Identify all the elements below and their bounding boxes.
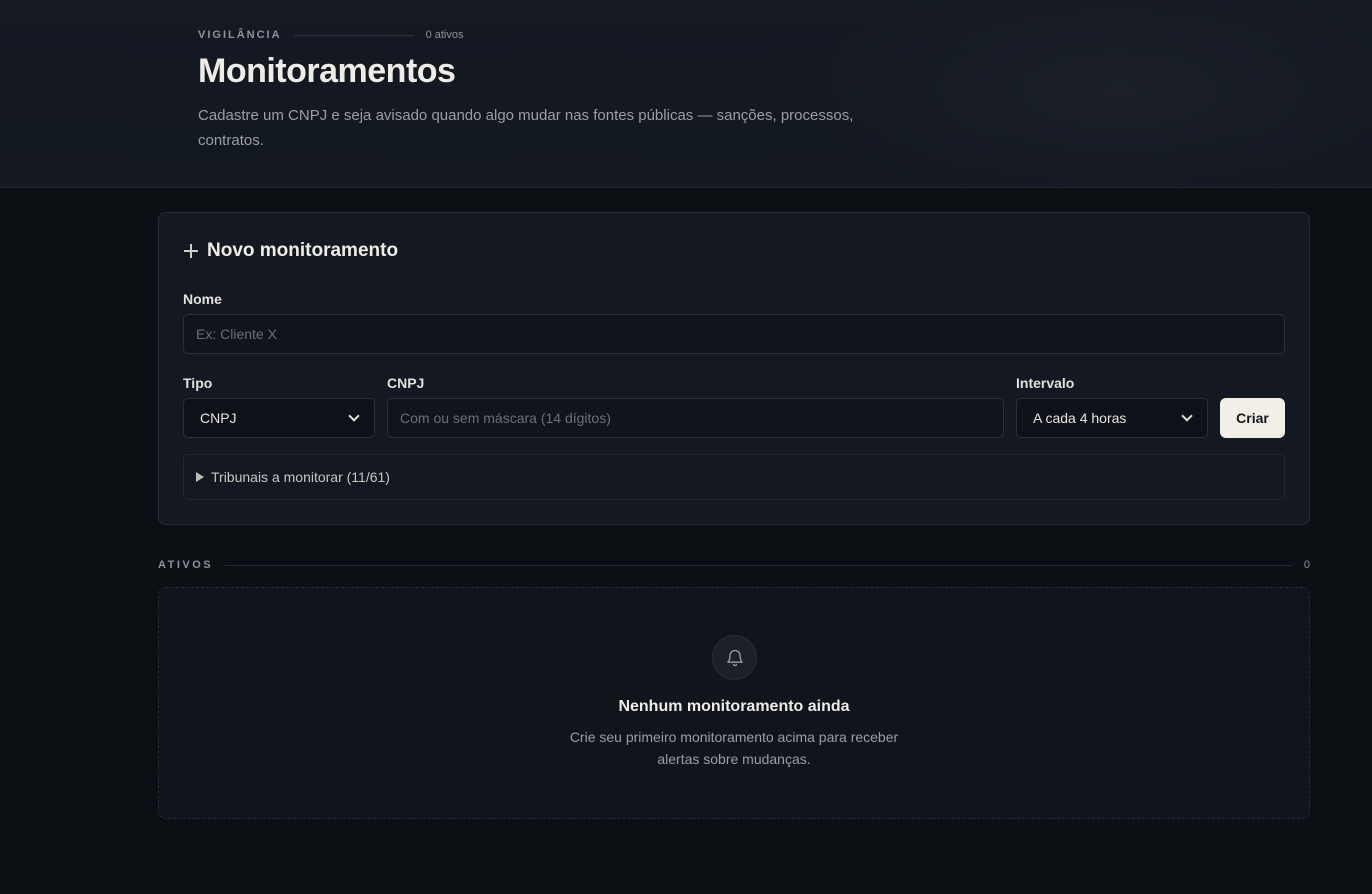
bell-icon — [726, 649, 743, 666]
type-select-value: CNPJ — [200, 410, 237, 426]
empty-state: Nenhum monitoramento ainda Crie seu prim… — [158, 587, 1310, 819]
eyebrow-label: VIGILÂNCIA — [198, 29, 282, 41]
page-header: VIGILÂNCIA 0 ativos Monitoramentos Cadas… — [0, 0, 1372, 188]
plus-icon — [183, 243, 199, 259]
new-monitor-card: Novo monitoramento Nome Tipo CNPJ CNPJ I… — [158, 212, 1310, 525]
triangle-right-icon — [196, 472, 204, 482]
cnpj-input[interactable] — [387, 398, 1004, 438]
page-subtitle: Cadastre um CNPJ e seja avisado quando a… — [198, 107, 854, 149]
active-section-label: ATIVOS — [158, 559, 214, 571]
active-count: 0 ativos — [425, 29, 464, 41]
page-title: Monitoramentos — [198, 52, 456, 90]
type-select[interactable]: CNPJ — [183, 398, 375, 438]
eyebrow-divider — [293, 34, 414, 36]
bell-badge — [712, 635, 757, 680]
active-section-header: ATIVOS 0 — [158, 558, 1310, 572]
empty-state-title: Nenhum monitoramento ainda — [618, 698, 850, 715]
new-monitor-title-text: Novo monitoramento — [207, 240, 399, 261]
eyebrow-row: VIGILÂNCIA 0 ativos — [198, 28, 463, 42]
interval-select-value: A cada 4 horas — [1033, 410, 1127, 426]
tribunais-label: Tribunais a monitorar (11/61) — [211, 469, 390, 485]
empty-state-subtitle: Crie seu primeiro monitoramento acima pa… — [569, 729, 899, 767]
type-label: Tipo — [183, 375, 213, 391]
cnpj-label: CNPJ — [387, 375, 425, 391]
chevron-down-icon — [1181, 410, 1193, 422]
section-divider — [225, 564, 1292, 566]
interval-select[interactable]: A cada 4 horas — [1016, 398, 1208, 438]
name-label: Nome — [183, 291, 222, 307]
active-section-count: 0 — [1303, 559, 1310, 571]
new-monitor-title: Novo monitoramento — [183, 240, 398, 262]
create-button[interactable]: Criar — [1220, 398, 1285, 438]
tribunais-disclosure[interactable]: Tribunais a monitorar (11/61) — [183, 454, 1285, 500]
interval-label: Intervalo — [1016, 375, 1075, 391]
name-input[interactable] — [183, 314, 1285, 354]
chevron-down-icon — [348, 410, 360, 422]
